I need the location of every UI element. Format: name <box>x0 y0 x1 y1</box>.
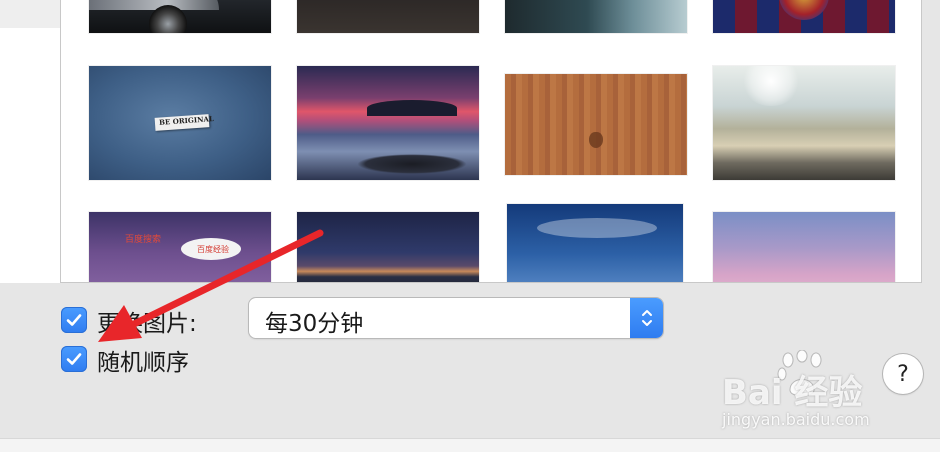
cloud-shape <box>537 218 657 238</box>
thumbnail-cliff[interactable] <box>505 0 687 33</box>
watermark-logo-text: Bai 经验 <box>722 373 863 413</box>
wallpaper-thumbnail-grid[interactable]: BE ORIGINAL 百度搜索 百度经验 <box>60 0 922 283</box>
random-order-label: 随机顺序 <box>97 350 189 376</box>
thumbnail-coast-night[interactable] <box>297 212 479 282</box>
purple-thumb-text-2: 百度经验 <box>197 245 229 254</box>
chevron-updown-icon <box>641 310 652 326</box>
purple-thumb-text-1: 百度搜索 <box>125 235 162 245</box>
sidebar-panel <box>0 0 60 283</box>
random-order-checkbox[interactable] <box>61 346 87 372</box>
watermark-url: jingyan.baidu.com <box>722 410 870 429</box>
island-silhouette <box>367 100 457 116</box>
window-bottom-edge <box>0 438 940 452</box>
sun-glow <box>741 66 801 106</box>
club-crest-shape <box>779 0 829 20</box>
help-button[interactable]: ? <box>883 354 923 394</box>
sidebar-selected-row[interactable] <box>0 0 60 28</box>
car-body-shape <box>89 0 219 10</box>
thumbnail-purple-baidu[interactable]: 百度搜索 百度经验 <box>89 212 271 282</box>
interval-popup-button[interactable]: 每30分钟 <box>249 298 663 338</box>
thumbnail-be-original[interactable]: BE ORIGINAL <box>89 66 271 180</box>
thumbnail-wood-apple[interactable] <box>505 74 687 175</box>
change-picture-label: 更换图片: <box>97 311 197 337</box>
change-picture-checkbox[interactable] <box>61 307 87 333</box>
checkmark-icon <box>66 353 82 365</box>
thumbnail-beach[interactable] <box>713 66 895 180</box>
interval-value: 每30分钟 <box>265 311 364 337</box>
thumbnail-dark-sea[interactable] <box>297 0 479 33</box>
desktop-preferences-window: BE ORIGINAL 百度搜索 百度经验 更换图片: 每30分钟 随机顺序 ?… <box>0 0 940 452</box>
apple-logo-icon <box>589 132 603 148</box>
checkmark-icon <box>66 314 82 326</box>
popup-stepper[interactable] <box>630 298 663 338</box>
thumbnail-car[interactable] <box>89 0 271 33</box>
thumbnail-barca[interactable] <box>713 0 895 33</box>
rocks-shape <box>357 154 467 174</box>
thumbnail-island-sunset[interactable] <box>297 66 479 180</box>
thumbnail-pink-sky[interactable] <box>713 212 895 282</box>
thumbnail-blue-sky[interactable] <box>507 204 683 282</box>
